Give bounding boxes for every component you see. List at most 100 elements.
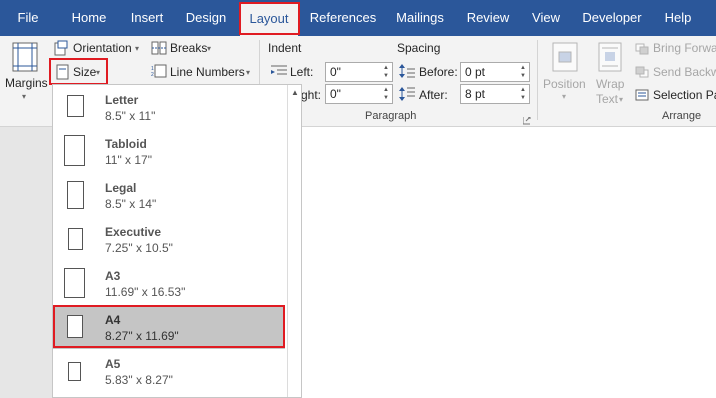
spacing-before-label: Before: <box>419 65 458 79</box>
spin-down-icon[interactable]: ▼ <box>383 73 389 79</box>
margins-icon <box>12 42 38 72</box>
line-numbers-icon: 12 <box>151 64 167 78</box>
arrange-group-label: Arrange <box>662 110 702 122</box>
size-icon <box>56 64 70 80</box>
size-option-executive[interactable]: Executive 7.25" x 10.5" <box>53 217 285 261</box>
orientation-icon <box>54 40 68 56</box>
size-option-dimensions: 7.25" x 10.5" <box>105 241 173 255</box>
spin-down-icon[interactable]: ▼ <box>520 95 526 101</box>
tab-help[interactable]: Help <box>660 0 696 36</box>
tab-references[interactable]: References <box>308 0 378 36</box>
spin-down-icon[interactable]: ▼ <box>383 95 389 101</box>
tab-review[interactable]: Review <box>464 0 512 36</box>
tab-insert[interactable]: Insert <box>124 0 170 36</box>
size-dropdown-icon: ▾ <box>96 68 101 77</box>
indent-left-label: Left: <box>290 65 314 79</box>
spin-up-icon[interactable]: ▲ <box>383 65 389 71</box>
spacing-after-icon <box>399 86 415 102</box>
selection-pane-icon <box>635 89 649 101</box>
spacing-heading: Spacing <box>397 41 441 55</box>
send-backward-icon <box>635 66 649 78</box>
breaks-icon <box>151 41 167 55</box>
svg-text:2: 2 <box>151 72 154 78</box>
page-portrait-icon <box>67 315 83 338</box>
size-option-name: Tabloid <box>105 137 147 151</box>
page-portrait-icon <box>67 95 84 117</box>
size-option-letter[interactable]: Letter 8.5" x 11" <box>53 85 285 129</box>
spacing-before-value: 0 pt <box>465 65 486 79</box>
indent-right-field[interactable]: 0" ▲ ▼ <box>325 84 393 104</box>
size-option-legal[interactable]: Legal 8.5" x 14" <box>53 173 285 217</box>
menu-bar: File Home Insert Design Layout Reference… <box>0 0 716 36</box>
size-option-dimensions: 5.83" x 8.27" <box>105 373 173 387</box>
orientation-dropdown-icon: ▾ <box>135 44 140 53</box>
size-option-name: Executive <box>105 225 162 239</box>
send-backward-button[interactable]: Send Backw <box>653 65 716 79</box>
size-option-name: Legal <box>105 181 137 195</box>
dropdown-scrollbar[interactable]: ▲ <box>287 85 301 397</box>
spacing-before-field[interactable]: 0 pt ▲ ▼ <box>460 62 530 82</box>
indent-right-label: ght: <box>301 88 322 102</box>
tab-layout[interactable]: Layout <box>240 3 298 36</box>
document-page[interactable] <box>298 127 716 398</box>
size-option-tabloid[interactable]: Tabloid 11" x 17" <box>53 129 285 173</box>
tab-home[interactable]: Home <box>66 0 112 36</box>
tab-file[interactable]: File <box>10 0 46 36</box>
bring-forward-icon <box>635 43 649 55</box>
tab-developer[interactable]: Developer <box>580 0 644 36</box>
page-portrait-icon <box>64 268 85 298</box>
wrap-text-icon <box>598 42 622 72</box>
page-portrait-icon <box>67 181 84 209</box>
spin-up-icon[interactable]: ▲ <box>520 87 526 93</box>
page-portrait-icon <box>68 362 81 381</box>
indent-left-field[interactable]: 0" ▲ ▼ <box>325 62 393 82</box>
size-option-a4[interactable]: A4 8.27" x 11.69" <box>53 305 285 349</box>
paragraph-group-label: Paragraph <box>365 110 417 122</box>
size-option-dimensions: 11" x 17" <box>105 153 152 167</box>
size-option-dimensions: 8.5" x 11" <box>105 109 156 123</box>
spacing-after-field[interactable]: 8 pt ▲ ▼ <box>460 84 530 104</box>
dialog-launcher-icon[interactable] <box>522 114 531 125</box>
spin-down-icon[interactable]: ▼ <box>520 73 526 79</box>
indent-right-value: 0" <box>330 87 341 101</box>
size-option-name: A4 <box>105 313 121 327</box>
selection-pane-button[interactable]: Selection Pa <box>653 88 716 102</box>
bring-forward-button[interactable]: Bring Forwa <box>653 41 716 55</box>
orientation-button[interactable]: Orientation <box>73 41 132 55</box>
page-portrait-icon <box>64 135 85 166</box>
position-dropdown-icon: ▾ <box>562 92 567 101</box>
size-option-name: Letter <box>105 93 139 107</box>
position-button[interactable]: Position <box>543 77 586 91</box>
size-option-name: A3 <box>105 269 121 283</box>
position-icon <box>552 42 578 72</box>
size-dropdown-menu: Letter 8.5" x 11" Tabloid 11" x 17" Lega… <box>52 84 302 398</box>
spin-up-icon[interactable]: ▲ <box>383 87 389 93</box>
size-option-dimensions: 8.5" x 14" <box>105 197 157 211</box>
size-option-name: A5 <box>105 357 121 371</box>
spacing-before-icon <box>399 63 415 79</box>
tab-design[interactable]: Design <box>182 0 230 36</box>
breaks-button[interactable]: Breaks <box>170 41 207 55</box>
tab-view[interactable]: View <box>528 0 564 36</box>
margins-dropdown-icon: ▾ <box>22 92 27 101</box>
spacing-after-value: 8 pt <box>465 87 486 101</box>
margins-button[interactable]: Margins <box>5 76 48 90</box>
line-numbers-dropdown-icon: ▾ <box>246 68 251 77</box>
size-option-dimensions: 11.69" x 16.53" <box>105 285 186 299</box>
scroll-up-icon[interactable]: ▲ <box>290 88 300 98</box>
size-option-dimensions: 8.27" x 11.69" <box>105 329 179 343</box>
wrap-text-line-2[interactable]: Text <box>596 92 618 106</box>
page-portrait-icon <box>68 228 83 250</box>
spin-up-icon[interactable]: ▲ <box>520 65 526 71</box>
tab-mailings[interactable]: Mailings <box>390 0 450 36</box>
wrap-text-line-1[interactable]: Wrap <box>596 77 624 91</box>
size-option-a3[interactable]: A3 11.69" x 16.53" <box>53 261 285 305</box>
wrap-text-dropdown-icon: ▾ <box>619 95 624 104</box>
size-button[interactable]: Size <box>73 65 96 79</box>
size-option-a5[interactable]: A5 5.83" x 8.27" <box>53 349 285 393</box>
line-numbers-button[interactable]: Line Numbers <box>170 65 245 79</box>
group-separator <box>537 40 538 120</box>
spacing-after-label: After: <box>419 88 448 102</box>
indent-left-icon <box>271 65 287 77</box>
indent-heading: Indent <box>268 41 302 55</box>
